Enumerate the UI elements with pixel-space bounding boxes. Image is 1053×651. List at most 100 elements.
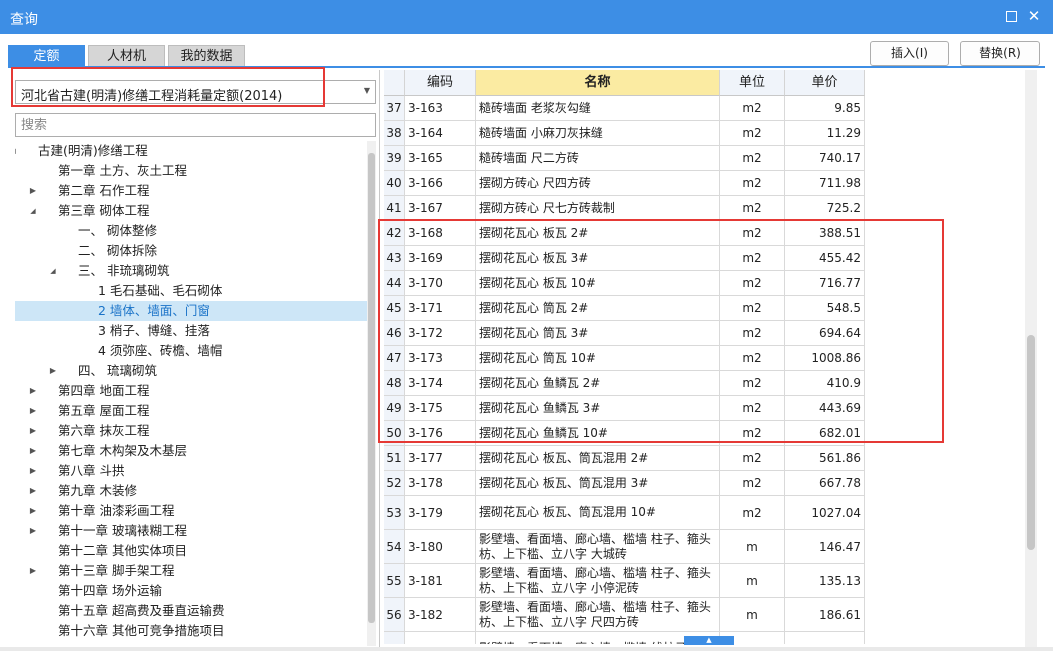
tree-node[interactable]: ▶ 第十一章 玻璃裱糊工程 bbox=[15, 521, 367, 541]
tree-node[interactable]: 第一章 土方、灰土工程 bbox=[15, 161, 367, 181]
table-row[interactable]: 56 3-182 影壁墙、看面墙、廊心墙、槛墙 柱子、箍头枋、上下槛、立八字 尺四方… bbox=[384, 598, 865, 632]
tab-my-data[interactable]: 我的数据 bbox=[168, 45, 245, 67]
tree-node[interactable]: ▶ 第九章 木装修 bbox=[15, 481, 367, 501]
tree-node[interactable]: 一、 砌体整修 bbox=[15, 221, 367, 241]
caret-right-icon[interactable]: ▶ bbox=[28, 501, 38, 521]
tree-node[interactable]: 3 梢子、博缝、挂落 bbox=[15, 321, 367, 341]
table-row[interactable]: 55 3-181 影壁墙、看面墙、廊心墙、槛墙 柱子、箍头枋、上下槛、立八字 小停泥… bbox=[384, 564, 865, 598]
tree-node[interactable]: 第十四章 场外运输 bbox=[15, 581, 367, 601]
caret-down-icon[interactable]: ◢ bbox=[48, 261, 58, 281]
tree-node[interactable]: ▶ 第十章 油漆彩画工程 bbox=[15, 501, 367, 521]
table-row[interactable]: 53 3-179 摆砌花瓦心 板瓦、筒瓦混用 10# m2 1027.04 bbox=[384, 496, 865, 530]
caret-right-icon[interactable]: ▶ bbox=[28, 521, 38, 541]
tree-node[interactable]: 1 毛石基础、毛石砌体 bbox=[15, 281, 367, 301]
tree-scrollbar[interactable] bbox=[367, 141, 376, 646]
tree-node-label: 第九章 木装修 bbox=[58, 483, 137, 498]
caret-right-icon[interactable]: ▶ bbox=[28, 421, 38, 441]
tree-node[interactable]: ◢ 第三章 砌体工程 bbox=[15, 201, 367, 221]
search-box[interactable] bbox=[15, 113, 376, 137]
header-unit[interactable]: 单位 bbox=[720, 70, 785, 96]
tree-node[interactable]: 第十五章 超高费及垂直运输费 bbox=[15, 601, 367, 621]
table-row[interactable]: 47 3-173 摆砌花瓦心 筒瓦 10# m2 1008.86 bbox=[384, 346, 865, 371]
tree-node[interactable]: ▶ 第七章 木构架及木基层 bbox=[15, 441, 367, 461]
table-row[interactable]: 52 3-178 摆砌花瓦心 板瓦、筒瓦混用 3# m2 667.78 bbox=[384, 471, 865, 496]
table-row[interactable]: 42 3-168 摆砌花瓦心 板瓦 2# m2 388.51 bbox=[384, 221, 865, 246]
cell-unit: m2 bbox=[742, 451, 762, 465]
tree-node[interactable]: ▶ 四、 琉璃砌筑 bbox=[15, 361, 367, 381]
pane-divider[interactable] bbox=[379, 70, 380, 648]
tree-node[interactable]: 4 须弥座、砖檐、墙帽 bbox=[15, 341, 367, 361]
chevron-down-icon[interactable]: ▼ bbox=[364, 86, 370, 95]
tree-node[interactable]: 第十六章 其他可竞争措施项目 bbox=[15, 621, 367, 641]
table-row[interactable]: 45 3-171 摆砌花瓦心 筒瓦 2# m2 548.5 bbox=[384, 296, 865, 321]
tree-node[interactable]: ▶ 第六章 抹灰工程 bbox=[15, 421, 367, 441]
caret-down-icon[interactable]: ◢ bbox=[28, 201, 38, 221]
table-row[interactable]: 37 3-163 糙砖墙面 老浆灰勾缝 m2 9.85 bbox=[384, 96, 865, 121]
quota-library-select[interactable]: 河北省古建(明清)修缮工程消耗量定额(2014) ▼ bbox=[15, 80, 376, 104]
table-scroll-thumb[interactable] bbox=[1027, 335, 1035, 550]
cell-code: 3-172 bbox=[408, 326, 443, 340]
table-row[interactable]: 54 3-180 影壁墙、看面墙、廊心墙、槛墙 柱子、箍头枋、上下槛、立八字 大城砖… bbox=[384, 530, 865, 564]
cell-no: 55 bbox=[386, 573, 402, 588]
table-row[interactable]: 44 3-170 摆砌花瓦心 板瓦 10# m2 716.77 bbox=[384, 271, 865, 296]
tree-node-label: 4 须弥座、砖檐、墙帽 bbox=[98, 343, 223, 358]
replace-button[interactable]: 替换(R) bbox=[960, 41, 1040, 66]
table-cell: m2 bbox=[720, 246, 785, 270]
caret-right-icon[interactable]: ▶ bbox=[28, 381, 38, 401]
caret-right-icon[interactable]: ▶ bbox=[28, 481, 38, 501]
cell-code: 3-163 bbox=[408, 101, 443, 115]
tree-node[interactable]: 二、 砌体拆除 bbox=[15, 241, 367, 261]
tree-node[interactable]: 2 墙体、墙面、门窗 bbox=[15, 301, 367, 321]
close-icon[interactable]: ✕ bbox=[1027, 9, 1041, 24]
table-row[interactable]: 46 3-172 摆砌花瓦心 筒瓦 3# m2 694.64 bbox=[384, 321, 865, 346]
tree-node-label: 第一章 土方、灰土工程 bbox=[58, 163, 187, 178]
table-cell: 716.77 bbox=[785, 271, 865, 295]
tree-node[interactable]: ◢ 古建(明清)修缮工程 bbox=[15, 141, 367, 161]
table-cell: 影壁墙、看面墙、廊心墙、槛墙 柱子、箍头枋、上下槛、立八字 小停泥砖 bbox=[476, 564, 720, 597]
caret-right-icon[interactable]: ▶ bbox=[28, 461, 38, 481]
tree-node[interactable]: 第十二章 其他实体项目 bbox=[15, 541, 367, 561]
tab-quota[interactable]: 定额 bbox=[8, 45, 85, 67]
tree-scroll-thumb[interactable] bbox=[368, 153, 375, 623]
table-row[interactable]: 48 3-174 摆砌花瓦心 鱼鳞瓦 2# m2 410.9 bbox=[384, 371, 865, 396]
cell-no: 52 bbox=[386, 476, 402, 490]
table-row[interactable]: 39 3-165 糙砖墙面 尺二方砖 m2 740.17 bbox=[384, 146, 865, 171]
table-row[interactable]: 43 3-169 摆砌花瓦心 板瓦 3# m2 455.42 bbox=[384, 246, 865, 271]
caret-down-icon[interactable]: ◢ bbox=[15, 141, 18, 161]
tree-node[interactable]: ▶ 第二章 石作工程 bbox=[15, 181, 367, 201]
tree-node[interactable]: ▶ 第五章 屋面工程 bbox=[15, 401, 367, 421]
table-cell: 186.61 bbox=[785, 598, 865, 631]
table-row[interactable]: 38 3-164 糙砖墙面 小麻刀灰抹缝 m2 11.29 bbox=[384, 121, 865, 146]
tree-node[interactable]: ▶ 第八章 斗拱 bbox=[15, 461, 367, 481]
header-price[interactable]: 单价 bbox=[785, 70, 865, 96]
tree-node[interactable]: ◢ 三、 非琉璃砌筑 bbox=[15, 261, 367, 281]
table-row[interactable]: 50 3-176 摆砌花瓦心 鱼鳞瓦 10# m2 682.01 bbox=[384, 421, 865, 446]
header-code[interactable]: 编码 bbox=[405, 70, 476, 96]
search-input[interactable] bbox=[16, 114, 375, 136]
caret-right-icon[interactable]: ▶ bbox=[28, 181, 38, 201]
caret-up-icon[interactable]: ▲ bbox=[684, 636, 734, 645]
tree-node[interactable]: ▶ 第十三章 脚手架工程 bbox=[15, 561, 367, 581]
maximize-icon[interactable] bbox=[1006, 11, 1017, 22]
caret-right-icon[interactable]: ▶ bbox=[28, 401, 38, 421]
cell-price: 146.47 bbox=[819, 539, 861, 554]
table-row[interactable]: 41 3-167 摆砌方砖心 尺七方砖裁制 m2 725.2 bbox=[384, 196, 865, 221]
tree-node[interactable]: ▶ 第四章 地面工程 bbox=[15, 381, 367, 401]
cell-name: 糙砖墙面 尺二方砖 bbox=[479, 150, 579, 165]
table-cell: 摆砌花瓦心 鱼鳞瓦 3# bbox=[476, 396, 720, 420]
table-cell: 3-169 bbox=[405, 246, 476, 270]
cell-no: 38 bbox=[386, 126, 402, 140]
tab-materials[interactable]: 人材机 bbox=[88, 45, 165, 67]
cell-name: 影壁墙、看面墙、廊心墙、槛墙 柱子、箍头枋、上下槛、立八字 尺四方砖 bbox=[479, 599, 711, 629]
header-name[interactable]: 名称 bbox=[476, 70, 720, 96]
insert-button[interactable]: 插入(I) bbox=[870, 41, 949, 66]
cell-price: 103.63 bbox=[819, 642, 861, 645]
table-row[interactable]: 51 3-177 摆砌花瓦心 板瓦、筒瓦混用 2# m2 561.86 bbox=[384, 446, 865, 471]
caret-right-icon[interactable]: ▶ bbox=[28, 441, 38, 461]
table-row[interactable]: 40 3-166 摆砌方砖心 尺四方砖 m2 711.98 bbox=[384, 171, 865, 196]
caret-right-icon[interactable]: ▶ bbox=[28, 561, 38, 581]
table-scrollbar[interactable] bbox=[1025, 70, 1037, 648]
caret-right-icon[interactable]: ▶ bbox=[48, 361, 58, 381]
table-row[interactable]: 57 3-183 影壁墙、看面墙、廊心墙、槛墙 线枋子 m 103.63 bbox=[384, 632, 865, 644]
table-row[interactable]: 49 3-175 摆砌花瓦心 鱼鳞瓦 3# m2 443.69 bbox=[384, 396, 865, 421]
